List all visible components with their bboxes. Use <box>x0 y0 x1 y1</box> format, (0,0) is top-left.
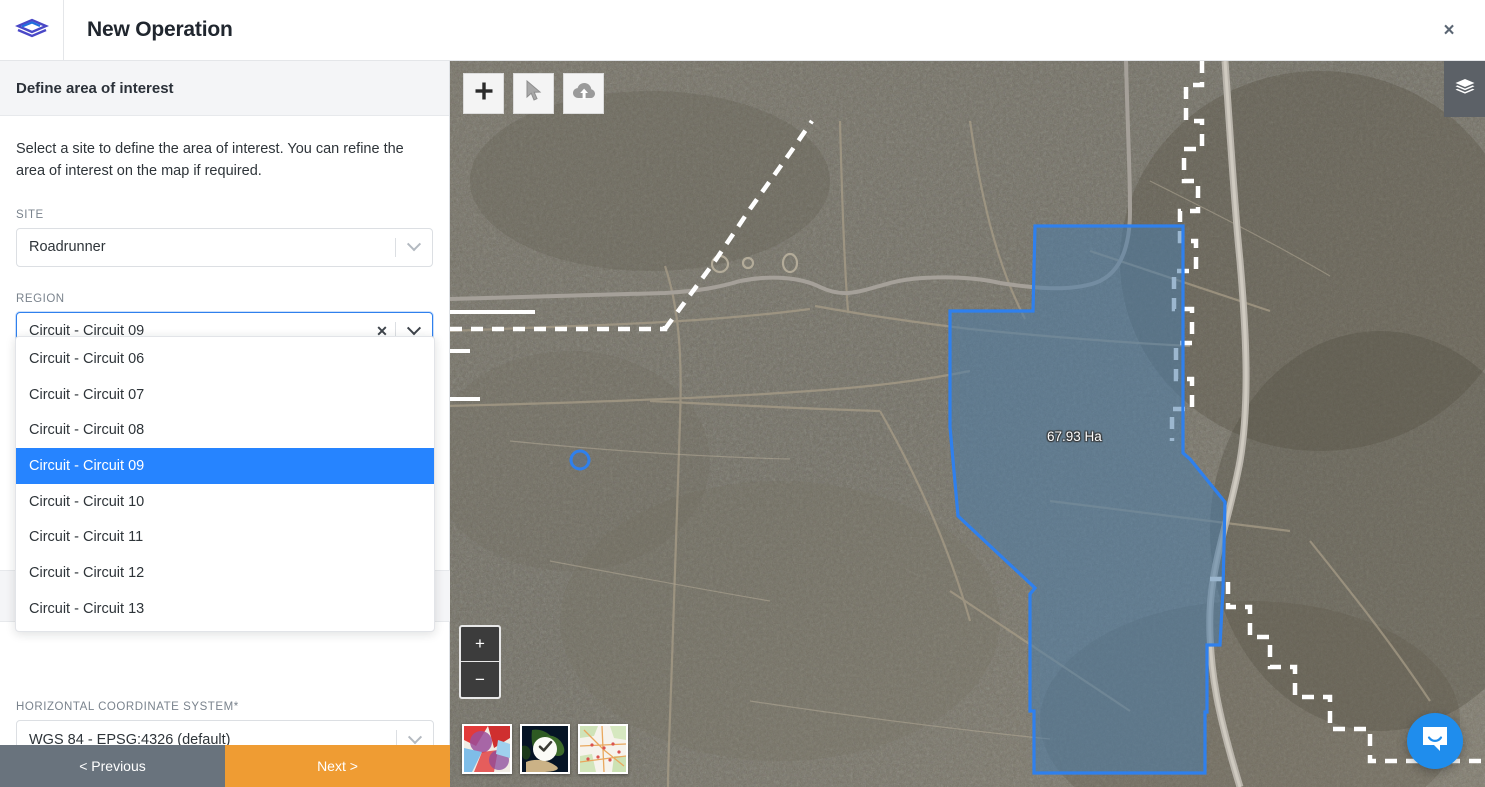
basemap-satellite[interactable] <box>520 724 570 774</box>
chat-launcher-button[interactable] <box>1407 713 1463 769</box>
map-imagery <box>450 61 1485 787</box>
select-tool[interactable] <box>513 73 554 114</box>
hcs-field-label: HORIZONTAL COORDINATE SYSTEM* <box>16 701 434 713</box>
chat-bubble-icon <box>1420 725 1450 758</box>
check-icon <box>538 739 553 759</box>
close-icon[interactable]: × <box>1437 18 1461 42</box>
basemap-switcher <box>462 724 628 774</box>
panel-title: Define area of interest <box>16 79 174 97</box>
region-option-selected[interactable]: Circuit - Circuit 09 <box>16 448 434 484</box>
add-point-tool[interactable] <box>463 73 504 114</box>
wizard-footer: < Previous Next > <box>0 745 450 787</box>
site-field-label: SITE <box>16 208 44 221</box>
basemap-street[interactable] <box>578 724 628 774</box>
new-operation-modal: New Operation × 67.93 Ha + − Define area… <box>0 0 1485 787</box>
hcs-label-text: HORIZONTAL COORDINATE SYSTEM <box>16 701 234 713</box>
define-aoi-sidebar: Define area of interest Select a site to… <box>0 61 450 787</box>
cursor-arrow-icon <box>524 79 544 107</box>
map-toolbar <box>463 73 604 114</box>
region-chevron-down-icon[interactable] <box>396 321 432 336</box>
site-select[interactable]: Roadrunner <box>16 227 433 267</box>
zoom-in-button[interactable]: + <box>461 627 499 662</box>
previous-button[interactable]: < Previous <box>0 745 225 787</box>
basemap-thematic[interactable] <box>462 724 512 774</box>
panel-header: Define area of interest <box>0 61 449 116</box>
region-option[interactable]: Circuit - Circuit 12 <box>16 555 434 591</box>
layers-logo-icon <box>14 15 49 45</box>
zoom-out-button[interactable]: − <box>461 662 499 697</box>
region-option[interactable]: Circuit - Circuit 13 <box>16 591 434 627</box>
hcs-required-mark: * <box>233 701 239 713</box>
map-canvas[interactable]: 67.93 Ha + − <box>450 61 1485 787</box>
cloud-upload-icon <box>572 81 596 106</box>
app-logo <box>0 0 64 61</box>
site-chevron-down-icon[interactable] <box>396 237 432 252</box>
region-option[interactable]: Circuit - Circuit 11 <box>16 519 434 555</box>
region-option[interactable]: Circuit - Circuit 10 <box>16 484 434 520</box>
upload-tool[interactable] <box>563 73 604 114</box>
basemap-selected-indicator <box>533 737 557 761</box>
region-options-menu[interactable]: Circuit - Circuit 06 Circuit - Circuit 0… <box>15 336 435 632</box>
next-button[interactable]: Next > <box>225 745 450 787</box>
site-select-value: Roadrunner <box>29 239 106 256</box>
layers-stack-icon <box>1454 77 1476 102</box>
intro-description: Select a site to define the area of inte… <box>16 141 404 180</box>
region-option[interactable]: Circuit - Circuit 06 <box>16 341 434 377</box>
hcs-chevron-down-icon[interactable] <box>397 729 433 745</box>
app-header: New Operation × <box>0 0 1485 61</box>
region-option[interactable]: Circuit - Circuit 07 <box>16 377 434 413</box>
panel-body: Select a site to define the area of inte… <box>0 138 449 351</box>
region-field-label: REGION <box>16 292 65 305</box>
region-option[interactable]: Circuit - Circuit 08 <box>16 412 434 448</box>
polygon-vertex-handle <box>569 449 591 471</box>
map-zoom-controls: + − <box>459 625 501 699</box>
plus-icon <box>474 81 494 106</box>
layers-toggle-button[interactable] <box>1444 61 1485 117</box>
page-title: New Operation <box>87 18 233 41</box>
